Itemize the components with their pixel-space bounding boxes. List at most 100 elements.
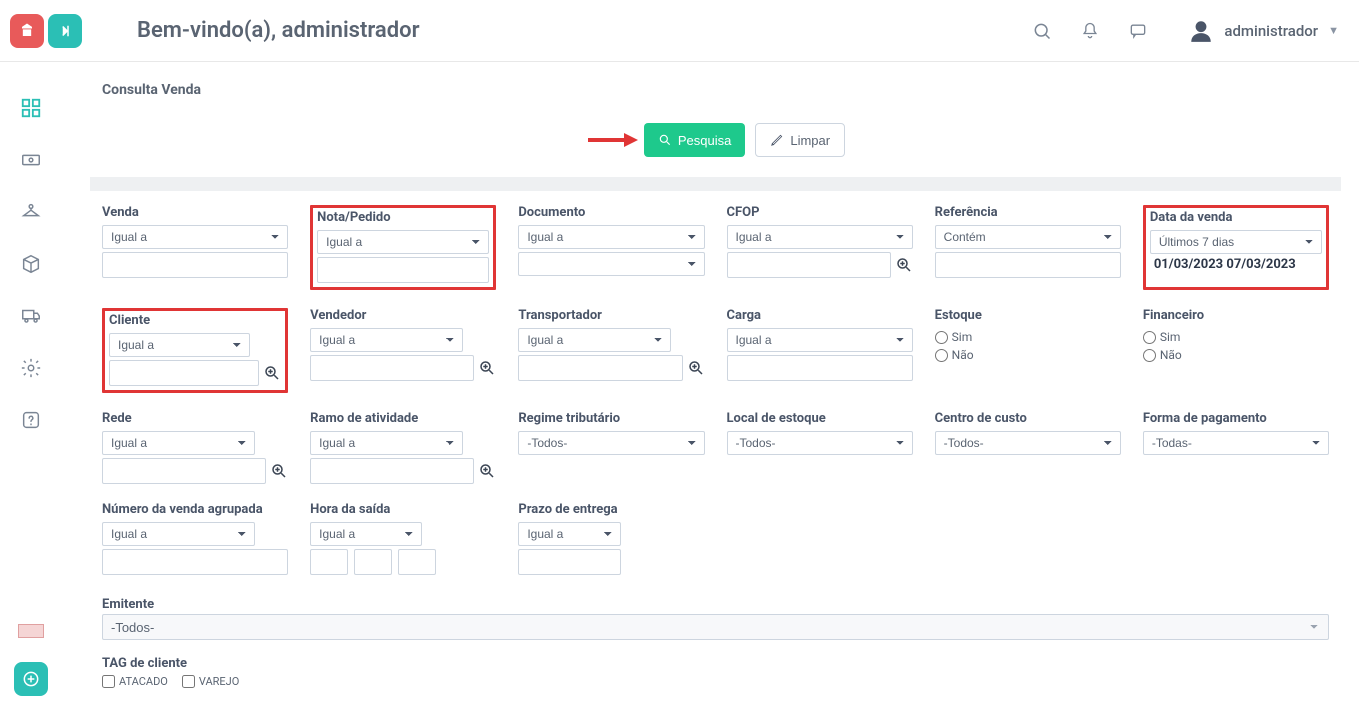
referencia-input[interactable] [935,252,1121,278]
field-forma-pagamento: Forma de pagamento -Todas- [1143,411,1329,484]
hora-saida-h[interactable] [310,549,348,575]
nav-hanger-icon[interactable] [20,201,42,223]
sidebar [0,62,62,708]
zoom-icon[interactable] [895,256,913,274]
avatar-icon [1188,18,1214,44]
cfop-operator-select[interactable]: Igual a [727,225,913,249]
regime-select[interactable]: -Todos- [518,431,704,455]
search-icon [658,133,672,147]
sidebar-add-button[interactable] [14,662,48,696]
page-title: Consulta Venda [102,82,1329,98]
field-cliente: Cliente Igual a [102,308,288,393]
field-hora-saida: Hora da saída Igual a [310,502,496,575]
search-topbar-icon[interactable] [1022,11,1062,51]
bell-icon[interactable] [1070,11,1110,51]
zoom-icon[interactable] [478,462,496,480]
chat-icon[interactable] [1118,11,1158,51]
field-nota-label: Nota/Pedido [317,210,489,225]
nav-help-icon[interactable] [20,409,42,431]
estoque-radio-nao[interactable]: Não [935,348,1121,362]
carga-input[interactable] [727,355,913,381]
field-emitente: Emitente -Todos- [102,597,1329,640]
ramo-input[interactable] [310,458,474,484]
data-venda-range-select[interactable]: Últimos 7 dias [1150,230,1322,254]
consulta-venda-card: Consulta Venda Pesquisa Limpar Ve [102,82,1329,688]
tag-atacado-checkbox[interactable]: ATACADO [102,675,168,688]
field-documento: Documento Igual a [518,205,704,290]
topbar: Bem-vindo(a), administrador administrado… [0,0,1359,62]
field-num-agrup-label: Número da venda agrupada [102,502,288,517]
field-prazo-entrega: Prazo de entrega Igual a [518,502,704,575]
local-estoque-select[interactable]: -Todos- [727,431,913,455]
referencia-operator-select[interactable]: Contém [935,225,1121,249]
documento-value-select[interactable] [518,252,704,276]
documento-operator-select[interactable]: Igual a [518,225,704,249]
hora-saida-operator-select[interactable]: Igual a [310,522,422,546]
zoom-icon[interactable] [263,364,281,382]
tag-varejo-checkbox[interactable]: VAREJO [182,675,239,688]
search-button[interactable]: Pesquisa [644,123,745,157]
logo-secondary-icon [48,14,82,48]
field-centro-custo-label: Centro de custo [935,411,1121,426]
num-agrup-input[interactable] [102,549,288,575]
search-button-label: Pesquisa [678,133,731,148]
field-documento-label: Documento [518,205,704,220]
carga-operator-select[interactable]: Igual a [727,328,913,352]
field-financeiro-label: Financeiro [1143,308,1329,323]
estoque-radio-sim[interactable]: Sim [935,330,1121,344]
forma-pag-select[interactable]: -Todas- [1143,431,1329,455]
rede-operator-select[interactable]: Igual a [102,431,255,455]
nav-dashboard-icon[interactable] [20,97,42,119]
field-data-venda: Data da venda Últimos 7 dias 01/03/2023 … [1143,205,1329,290]
field-centro-custo: Centro de custo -Todos- [935,411,1121,484]
field-cliente-label: Cliente [109,313,281,328]
ramo-operator-select[interactable]: Igual a [310,431,463,455]
emitente-select[interactable]: -Todos- [102,614,1329,640]
field-referencia-label: Referência [935,205,1121,220]
nav-shipping-icon[interactable] [20,305,42,327]
field-transportador: Transportador Igual a [518,308,704,393]
annotation-arrow-icon [586,132,638,148]
zoom-icon[interactable] [270,462,288,480]
field-local-estoque: Local de estoque -Todos- [727,411,913,484]
main-content: Consulta Venda Pesquisa Limpar Ve [62,62,1359,708]
cliente-operator-select[interactable]: Igual a [109,333,250,357]
field-nota-pedido: Nota/Pedido Igual a [310,205,496,290]
field-tag-cliente: TAG de cliente ATACADO VAREJO [102,656,1329,688]
venda-operator-select[interactable]: Igual a [102,225,288,249]
financeiro-radio-sim[interactable]: Sim [1143,330,1329,344]
nav-money-icon[interactable] [20,149,42,171]
action-row: Pesquisa Limpar [102,123,1329,157]
welcome-heading: Bem-vindo(a), administrador [137,18,420,43]
rede-input[interactable] [102,458,266,484]
hora-saida-s[interactable] [398,549,436,575]
cliente-input[interactable] [109,360,259,386]
field-carga: Carga Igual a [727,308,913,393]
user-menu[interactable]: administrador ▼ [1188,18,1339,44]
dropdown-caret-icon: ▼ [1328,24,1339,37]
hora-saida-m[interactable] [354,549,392,575]
nav-settings-icon[interactable] [20,357,42,379]
vendedor-input[interactable] [310,355,474,381]
clear-button[interactable]: Limpar [755,123,845,157]
transportador-input[interactable] [518,355,682,381]
field-estoque: Estoque Sim Não [935,308,1121,393]
prazo-operator-select[interactable]: Igual a [518,522,620,546]
financeiro-radio-nao[interactable]: Não [1143,348,1329,362]
venda-input[interactable] [102,252,288,278]
nota-input[interactable] [317,257,489,283]
field-rede: Rede Igual a [102,411,288,484]
num-agrup-operator-select[interactable]: Igual a [102,522,255,546]
zoom-icon[interactable] [478,359,496,377]
field-ramo-label: Ramo de atividade [310,411,496,426]
nav-box-icon[interactable] [20,253,42,275]
cfop-input[interactable] [727,252,891,278]
vendedor-operator-select[interactable]: Igual a [310,328,463,352]
zoom-icon[interactable] [687,359,705,377]
centro-custo-select[interactable]: -Todos- [935,431,1121,455]
transportador-operator-select[interactable]: Igual a [518,328,671,352]
prazo-input[interactable] [518,549,620,575]
field-referencia: Referência Contém [935,205,1121,290]
nota-operator-select[interactable]: Igual a [317,230,489,254]
field-vendedor: Vendedor Igual a [310,308,496,393]
